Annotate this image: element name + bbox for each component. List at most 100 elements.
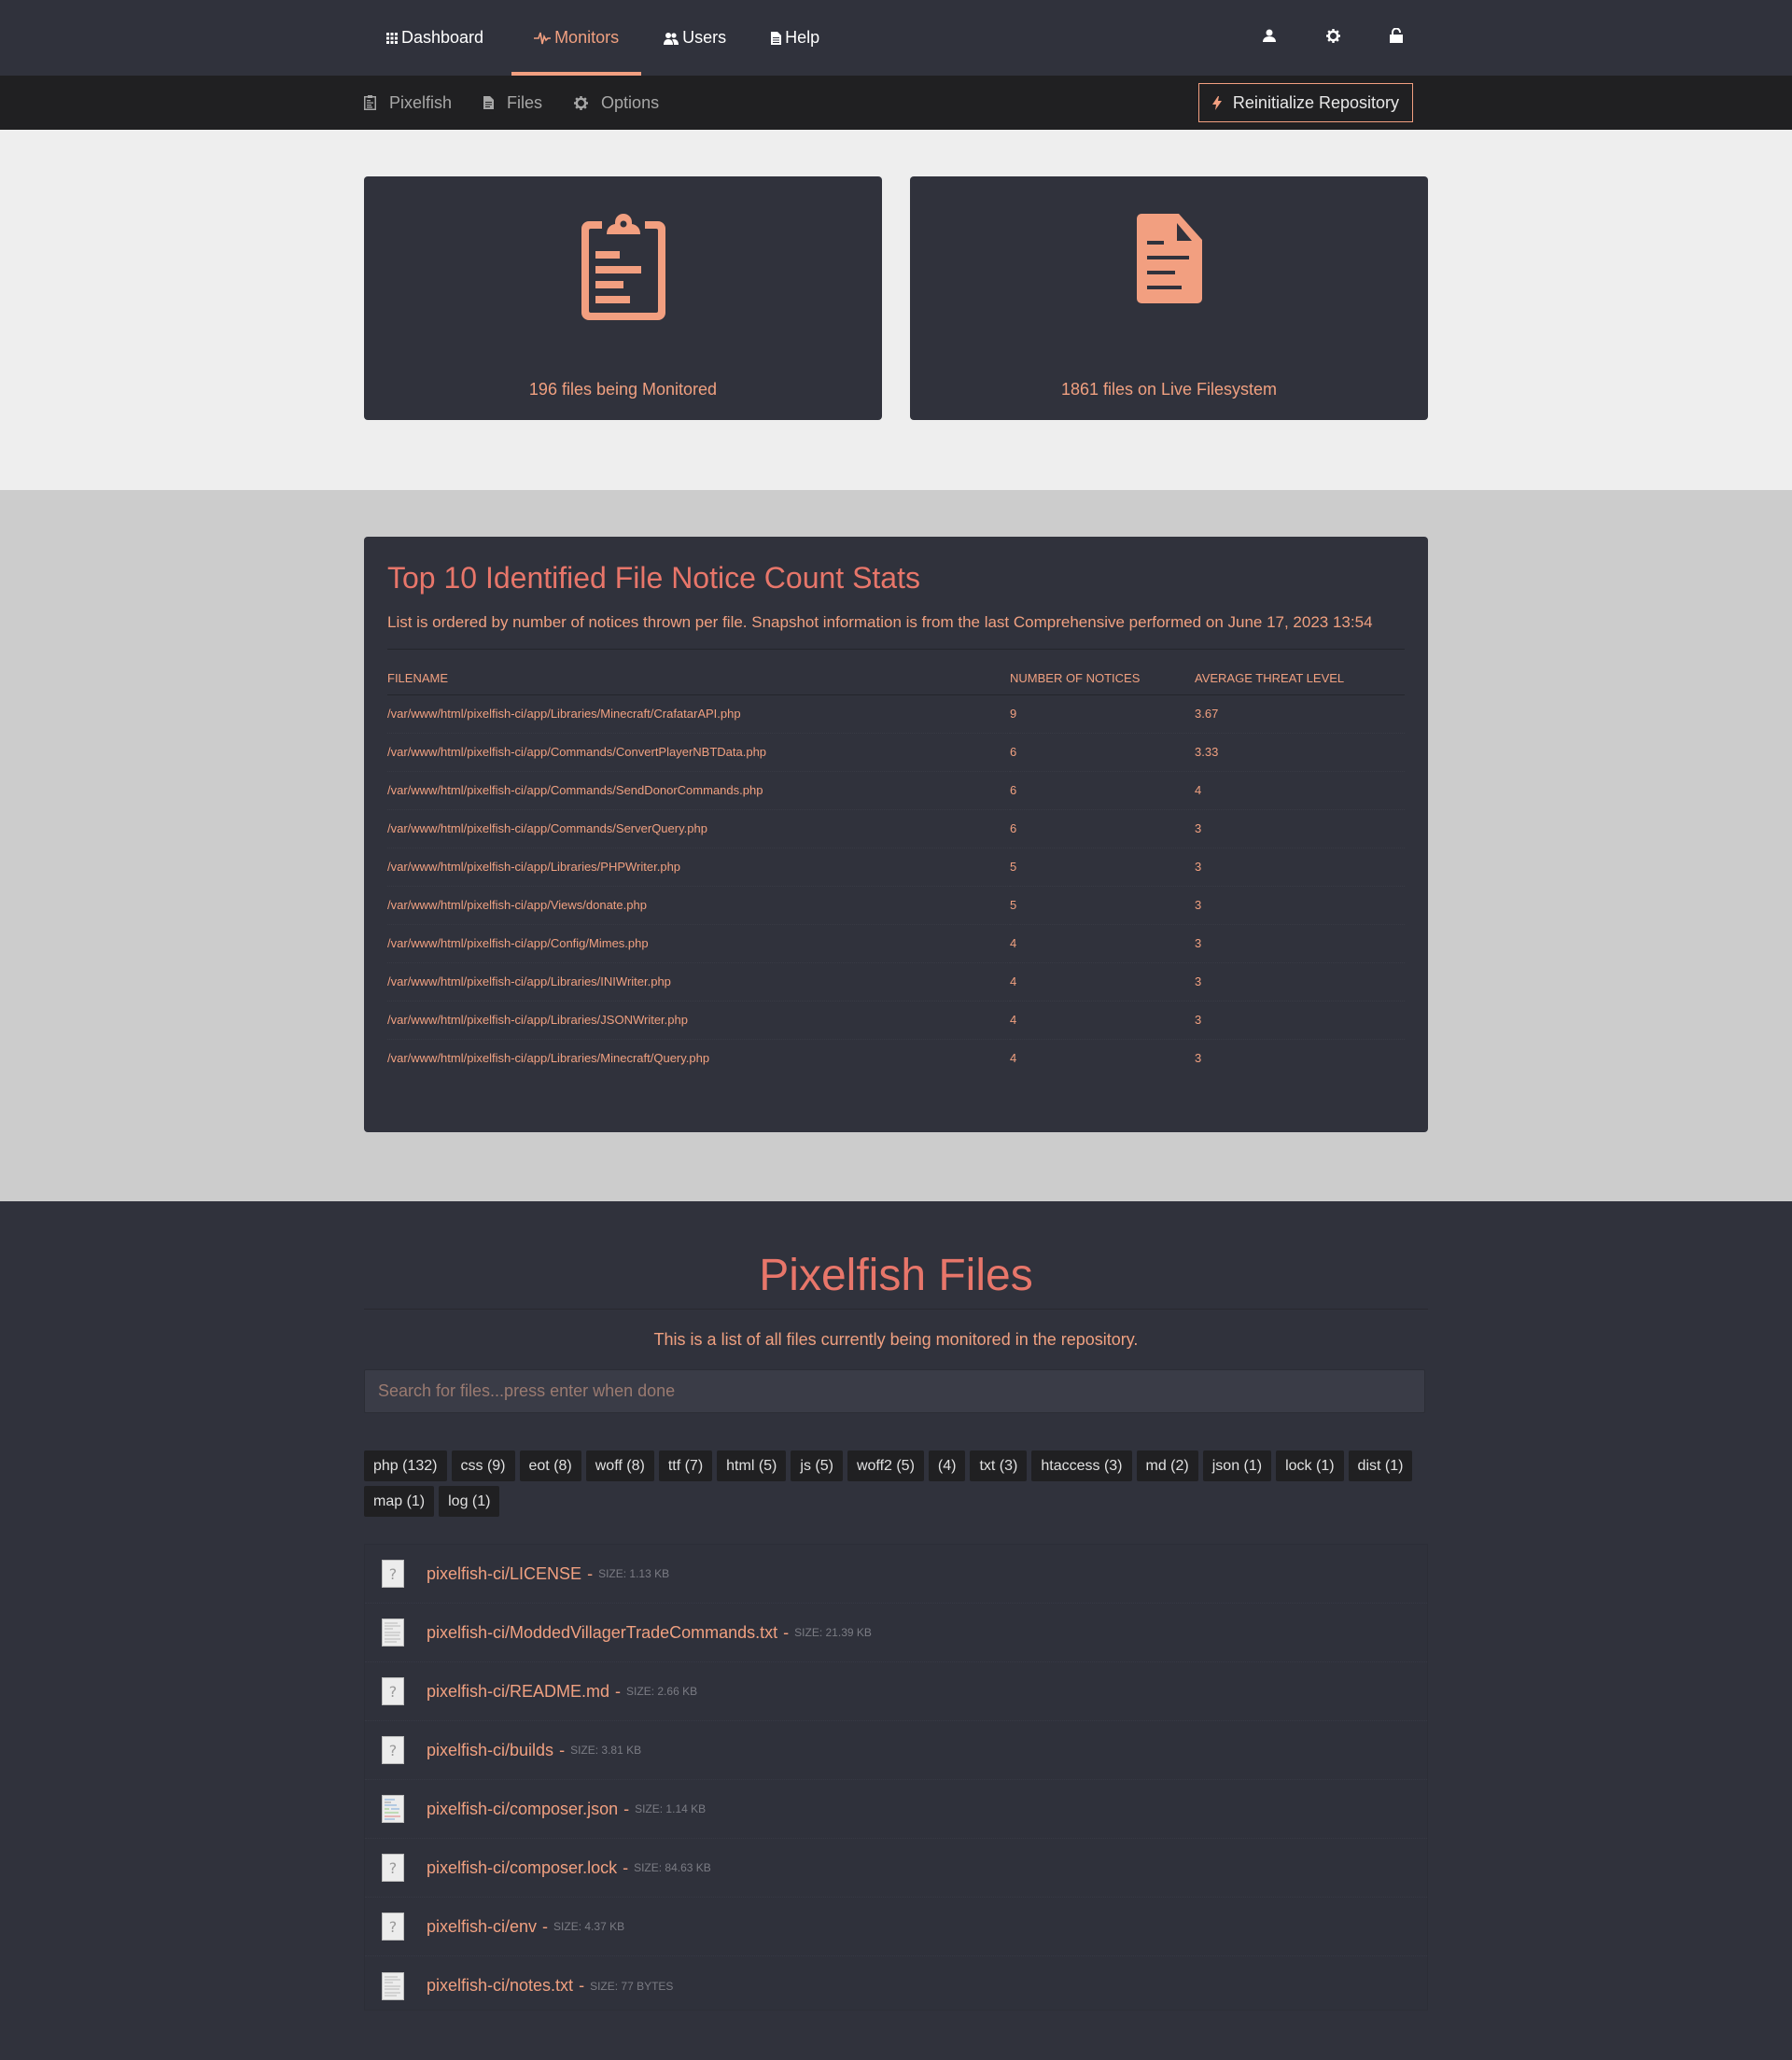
clipboard-icon xyxy=(364,214,882,320)
reinitialize-repository-button[interactable]: Reinitialize Repository xyxy=(1197,83,1413,122)
extension-tag[interactable]: htaccess (3) xyxy=(1031,1450,1132,1481)
separator: - xyxy=(623,1857,629,1877)
file-link[interactable]: pixelfish-ci/builds xyxy=(427,1741,553,1760)
nav-monitors-label: Monitors xyxy=(554,28,620,47)
notices-cell: 4 xyxy=(1010,924,1195,963)
logout-button[interactable] xyxy=(1365,0,1428,76)
nav-dashboard-label: Dashboard xyxy=(401,28,484,47)
notices-cell: 6 xyxy=(1010,733,1195,772)
text-file-icon xyxy=(382,1971,404,2000)
list-item: ? pixelfish-ci/env - SIZE: 4.37 KB xyxy=(365,1898,1427,1956)
nav-dashboard[interactable]: Dashboard xyxy=(364,0,506,76)
file-search-input[interactable] xyxy=(365,1370,1424,1412)
column-header-notices: Number of Notices xyxy=(1010,663,1195,695)
subnav-pixelfish[interactable]: Pixelfish xyxy=(364,93,452,113)
divider xyxy=(364,1309,1428,1310)
svg-text:?: ? xyxy=(389,1683,398,1701)
column-header-threat: Average Threat Level xyxy=(1195,663,1405,695)
table-row: /var/www/html/pixelfish-ci/app/Libraries… xyxy=(387,694,1405,734)
extension-tag[interactable]: woff2 (5) xyxy=(847,1450,924,1481)
file-link[interactable]: pixelfish-ci/README.md xyxy=(427,1682,609,1702)
extension-tag[interactable]: log (1) xyxy=(439,1486,500,1517)
nav-users-label: Users xyxy=(682,28,727,47)
extension-tag[interactable]: (4) xyxy=(928,1450,966,1481)
list-item: pixelfish-ci/ModdedVillagerTradeCommands… xyxy=(365,1604,1427,1662)
clipboard-icon xyxy=(364,95,376,110)
extension-tag[interactable]: css (9) xyxy=(451,1450,515,1481)
extension-tag[interactable]: eot (8) xyxy=(519,1450,581,1481)
filename-cell: /var/www/html/pixelfish-ci/app/Commands/… xyxy=(387,771,1010,810)
file-link[interactable]: pixelfish-ci/ModdedVillagerTradeCommands… xyxy=(427,1623,777,1643)
file-link[interactable]: pixelfish-ci/env xyxy=(427,1917,537,1937)
extension-tag[interactable]: txt (3) xyxy=(970,1450,1028,1481)
extension-tag[interactable]: dist (1) xyxy=(1348,1450,1413,1481)
svg-text:?: ? xyxy=(389,1742,398,1759)
gear-icon xyxy=(1325,28,1340,48)
settings-button[interactable] xyxy=(1301,0,1365,76)
extension-tag[interactable]: map (1) xyxy=(364,1486,435,1517)
file-size: SIZE: 84.63 KB xyxy=(634,1861,711,1874)
notice-stats-table: Filename Number of Notices Average Threa… xyxy=(387,663,1405,1077)
unknown-file-icon: ? xyxy=(382,1736,404,1764)
nav-monitors[interactable]: Monitors xyxy=(511,0,642,76)
subnav-files-label: Files xyxy=(507,92,543,112)
threat-level-cell: 3.67 xyxy=(1195,694,1405,734)
list-item: ? pixelfish-ci/LICENSE - SIZE: 1.13 KB xyxy=(365,1545,1427,1604)
file-size: SIZE: 2.66 KB xyxy=(626,1685,698,1698)
filename-cell: /var/www/html/pixelfish-ci/app/Views/don… xyxy=(387,886,1010,925)
gear-icon xyxy=(574,95,589,110)
files-description: This is a list of all files currently be… xyxy=(653,1330,1139,1349)
extension-tag[interactable]: html (5) xyxy=(717,1450,787,1481)
profile-button[interactable] xyxy=(1238,0,1301,76)
extension-tag[interactable]: md (2) xyxy=(1136,1450,1198,1481)
file-size: SIZE: 3.81 KB xyxy=(570,1744,642,1757)
notices-cell: 6 xyxy=(1010,809,1195,848)
top-navbar: Dashboard Monitors Users Help xyxy=(0,0,1792,76)
live-files-card: 1861 files on Live Filesystem xyxy=(910,176,1428,420)
unknown-file-icon: ? xyxy=(382,1913,404,1941)
column-header-filename: Filename xyxy=(387,663,1010,695)
bolt-icon xyxy=(1211,95,1222,110)
subnav-files[interactable]: Files xyxy=(483,93,542,113)
notices-cell: 5 xyxy=(1010,886,1195,925)
table-row: /var/www/html/pixelfish-ci/app/Libraries… xyxy=(387,962,1405,1002)
list-item: pixelfish-ci/composer.json - SIZE: 1.14 KB xyxy=(365,1780,1427,1839)
file-link[interactable]: pixelfish-ci/composer.lock xyxy=(427,1858,617,1878)
file-size: SIZE: 21.39 KB xyxy=(794,1626,872,1639)
unknown-file-icon: ? xyxy=(382,1677,404,1705)
extension-tag[interactable]: lock (1) xyxy=(1276,1450,1344,1481)
file-link[interactable]: pixelfish-ci/LICENSE xyxy=(427,1564,581,1584)
stats-title: Top 10 Identified File Notice Count Stat… xyxy=(387,561,920,595)
extension-tag[interactable]: ttf (7) xyxy=(658,1450,713,1481)
threat-level-cell: 3 xyxy=(1195,962,1405,1002)
extension-tag[interactable]: php (132) xyxy=(364,1450,447,1481)
subnav-options-label: Options xyxy=(601,92,660,112)
subnav-options[interactable]: Options xyxy=(574,93,659,113)
users-icon xyxy=(664,32,679,45)
threat-level-cell: 4 xyxy=(1195,771,1405,810)
file-icon xyxy=(483,96,495,109)
heartbeat-icon xyxy=(534,32,552,45)
file-link[interactable]: pixelfish-ci/composer.json xyxy=(427,1800,618,1819)
nav-users[interactable]: Users xyxy=(641,0,749,76)
separator: - xyxy=(623,1799,630,1818)
summary-cards-section: 196 files being Monitored 1861 files on … xyxy=(0,130,1792,490)
filename-cell: /var/www/html/pixelfish-ci/app/Libraries… xyxy=(387,1051,710,1066)
user-icon xyxy=(1263,29,1276,47)
svg-text:?: ? xyxy=(389,1565,398,1583)
table-row: /var/www/html/pixelfish-ci/app/Config/Mi… xyxy=(387,924,1405,963)
monitored-files-count: 196 files being Monitored xyxy=(528,380,718,399)
filename-cell: /var/www/html/pixelfish-ci/app/Commands/… xyxy=(387,733,1010,772)
extension-tag[interactable]: woff (8) xyxy=(585,1450,654,1481)
svg-text:?: ? xyxy=(389,1859,398,1877)
file-link[interactable]: pixelfish-ci/notes.txt xyxy=(427,1976,573,1996)
table-row: /var/www/html/pixelfish-ci/app/Commands/… xyxy=(387,771,1405,810)
monitored-files-card: 196 files being Monitored xyxy=(364,176,882,420)
extension-tag[interactable]: json (1) xyxy=(1202,1450,1272,1481)
nav-help[interactable]: Help xyxy=(749,0,842,76)
extension-tag[interactable]: js (5) xyxy=(791,1450,843,1481)
file-list: ? pixelfish-ci/LICENSE - SIZE: 1.13 KB pixel… xyxy=(364,1544,1428,2011)
notices-cell: 5 xyxy=(1010,848,1195,887)
threat-level-cell: 3 xyxy=(1195,848,1405,887)
notices-cell: 4 xyxy=(1010,1051,1017,1066)
